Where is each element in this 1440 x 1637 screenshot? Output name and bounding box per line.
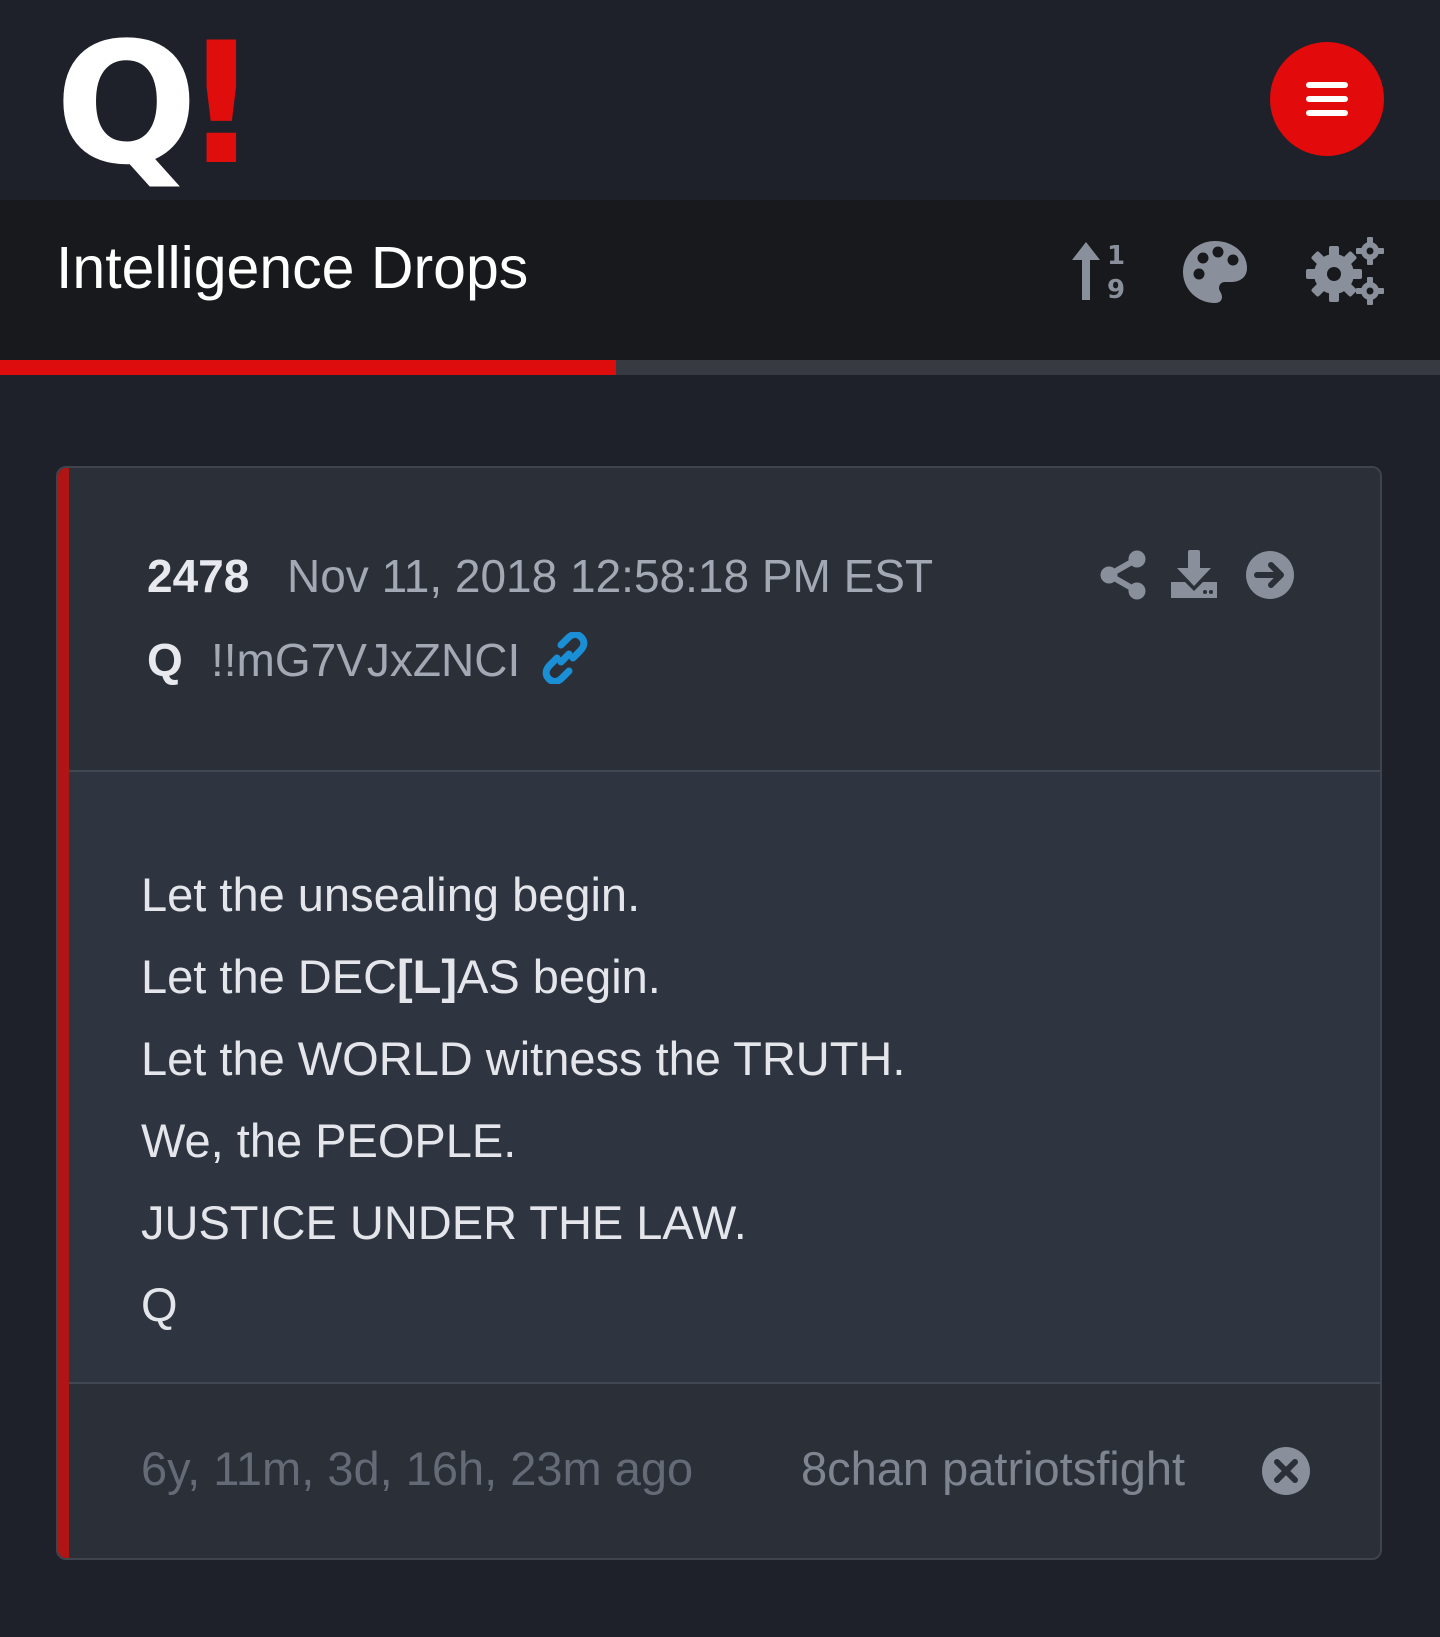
sort-numeric-icon[interactable]: 1 9 xyxy=(1070,238,1132,304)
link-icon[interactable] xyxy=(539,632,591,684)
logo-letter: Q xyxy=(55,6,198,202)
top-header: Q ! xyxy=(0,0,1440,200)
message-line: Let the WORLD witness the TRUTH. xyxy=(141,1032,906,1085)
post-tripcode: !!mG7VJxZNCI xyxy=(211,634,521,686)
message-line: JUSTICE UNDER THE LAW. xyxy=(141,1196,747,1249)
gears-icon[interactable] xyxy=(1304,236,1386,306)
post-date: Nov 11, 2018 12:58:18 PM EST xyxy=(287,550,934,602)
reading-progress-bar xyxy=(0,360,1440,375)
post-number[interactable]: 2478 xyxy=(147,548,249,604)
card-accent-stripe xyxy=(58,468,69,1558)
share-icon[interactable] xyxy=(1099,550,1147,600)
hamburger-menu-icon xyxy=(1306,82,1348,116)
post-message: Let the unsealing begin. Let the DEC[L]AS… xyxy=(141,854,905,1346)
logo-exclamation: ! xyxy=(183,6,260,202)
message-line: Let the unsealing begin. xyxy=(141,868,641,921)
post-body: Let the unsealing begin. Let the DEC[L]AS… xyxy=(69,772,1380,1384)
svg-text:9: 9 xyxy=(1107,275,1125,304)
time-ago: 6y, 11m, 3d, 16h, 23m ago xyxy=(141,1442,694,1495)
close-circle-icon[interactable] xyxy=(1261,1446,1311,1496)
download-icon[interactable] xyxy=(1169,548,1219,600)
message-line: Q xyxy=(141,1278,178,1331)
svg-text:1: 1 xyxy=(1107,241,1125,271)
post-card: 2478 Nov 11, 2018 12:58:18 PM EST Q !!mG… xyxy=(56,466,1382,1560)
message-line: Let the DEC[L]AS begin. xyxy=(141,950,661,1003)
post-source[interactable]: 8chan patriotsfight xyxy=(801,1440,1185,1498)
arrow-circle-right-icon[interactable] xyxy=(1245,550,1295,600)
message-line: We, the PEOPLE. xyxy=(141,1114,517,1167)
palette-icon[interactable] xyxy=(1181,238,1249,306)
post-author: Q xyxy=(147,634,183,686)
post-footer: 6y, 11m, 3d, 16h, 23m ago 8chan patriots… xyxy=(69,1384,1380,1558)
post-header: 2478 Nov 11, 2018 12:58:18 PM EST Q !!mG… xyxy=(69,468,1380,772)
site-logo[interactable]: Q ! xyxy=(55,20,260,188)
progress-fill xyxy=(0,360,617,375)
page-title: Intelligence Drops xyxy=(56,235,529,301)
menu-button[interactable] xyxy=(1270,42,1384,156)
